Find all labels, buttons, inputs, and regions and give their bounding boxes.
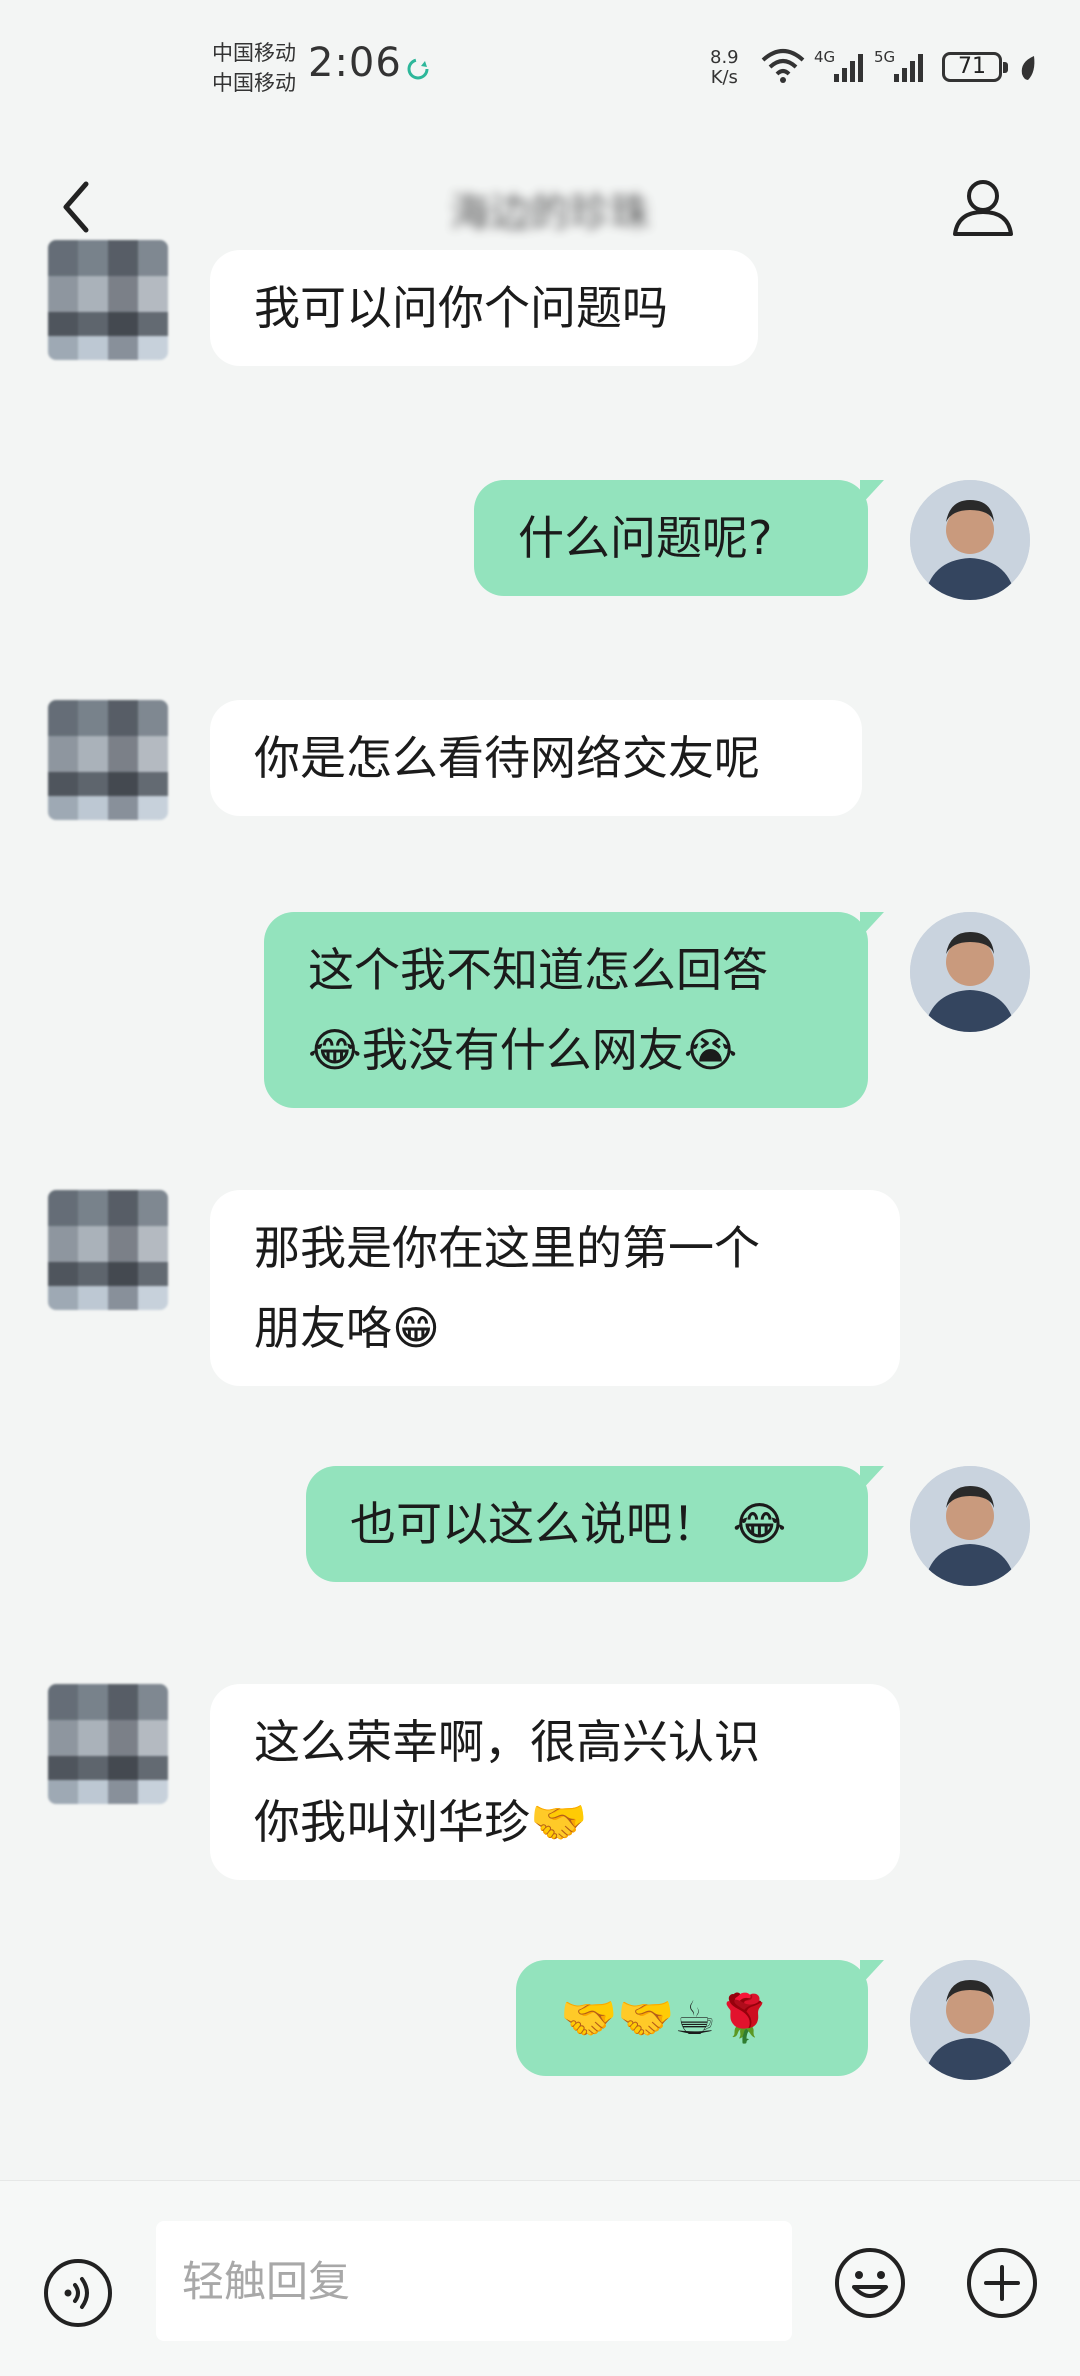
outgoing-bubble[interactable]: 🤝🤝☕🌹 bbox=[516, 1960, 884, 2076]
contact-avatar[interactable] bbox=[48, 1684, 168, 1804]
voice-icon[interactable] bbox=[42, 2257, 114, 2329]
carrier-2: 中国移动 bbox=[212, 71, 296, 95]
bubble-line: 你我叫刘华珍🤝 bbox=[254, 1795, 588, 1849]
signal-5g-icon: 5G bbox=[874, 48, 923, 82]
bubble-line: 那我是你在这里的第一个 bbox=[254, 1221, 760, 1275]
carrier-1: 中国移动 bbox=[212, 41, 296, 65]
my-avatar[interactable] bbox=[910, 480, 1030, 600]
status-time: 2:06 bbox=[308, 40, 402, 86]
outgoing-bubble[interactable]: 也可以这么说吧！ 😂 bbox=[306, 1466, 884, 1582]
network-speed-value: 8.9 bbox=[710, 47, 739, 68]
contact-avatar[interactable] bbox=[48, 700, 168, 820]
sync-icon bbox=[407, 58, 429, 80]
bubble-line: 这个我不知道怎么回答 bbox=[308, 943, 768, 997]
network-type-2: 5G bbox=[874, 48, 895, 66]
contact-avatar[interactable] bbox=[48, 240, 168, 360]
leaf-icon bbox=[1021, 56, 1035, 80]
network-speed-unit: K/s bbox=[710, 67, 738, 88]
reply-input[interactable] bbox=[156, 2221, 792, 2341]
status-bar: 中国移动 中国移动 2:06 8.9 K/s 4G 5G 71 bbox=[0, 0, 1080, 140]
outgoing-bubble[interactable]: 这个我不知道怎么回答 😂我没有什么网友😭 bbox=[264, 912, 884, 1108]
carrier-labels: 中国移动 中国移动 bbox=[212, 38, 296, 98]
signal-4g-icon: 4G bbox=[814, 48, 863, 82]
bubble-line: 这么荣幸啊，很高兴认识 bbox=[254, 1715, 760, 1769]
my-avatar[interactable] bbox=[910, 912, 1030, 1032]
bubble-line: 😂我没有什么网友😭 bbox=[308, 1023, 738, 1077]
emoji-icon[interactable] bbox=[832, 2245, 908, 2321]
back-arrow-icon[interactable] bbox=[48, 172, 108, 242]
wifi-icon bbox=[761, 49, 805, 83]
contact-avatar[interactable] bbox=[48, 1190, 168, 1310]
network-type-1: 4G bbox=[814, 48, 835, 66]
outgoing-bubble[interactable]: 什么问题呢? bbox=[474, 480, 884, 596]
network-speed: 8.9 K/s bbox=[710, 48, 739, 88]
incoming-bubble[interactable]: 你是怎么看待网络交友呢 bbox=[210, 700, 862, 816]
person-icon[interactable] bbox=[950, 174, 1016, 240]
incoming-bubble[interactable]: 这么荣幸啊，很高兴认识 你我叫刘华珍🤝 bbox=[210, 1684, 900, 1880]
chat-screen: 中国移动 中国移动 2:06 8.9 K/s 4G 5G 71 海边的珍珠 我可… bbox=[0, 0, 1080, 2376]
plus-icon[interactable] bbox=[964, 2245, 1040, 2321]
incoming-bubble[interactable]: 那我是你在这里的第一个 朋友咯😁 bbox=[210, 1190, 900, 1386]
my-avatar[interactable] bbox=[910, 1960, 1030, 2080]
incoming-bubble[interactable]: 我可以问你个问题吗 bbox=[210, 250, 758, 366]
message-list[interactable]: 我可以问你个问题吗 什么问题呢? 你是怎么看待网络交友呢 这个我不知道怎么回答 … bbox=[0, 240, 1080, 2180]
bubble-line: 朋友咯😁 bbox=[254, 1301, 440, 1355]
chat-title: 海边的珍珠 bbox=[450, 190, 650, 236]
battery-icon: 71 bbox=[942, 52, 1008, 82]
my-avatar[interactable] bbox=[910, 1466, 1030, 1586]
input-bar bbox=[0, 2180, 1080, 2376]
